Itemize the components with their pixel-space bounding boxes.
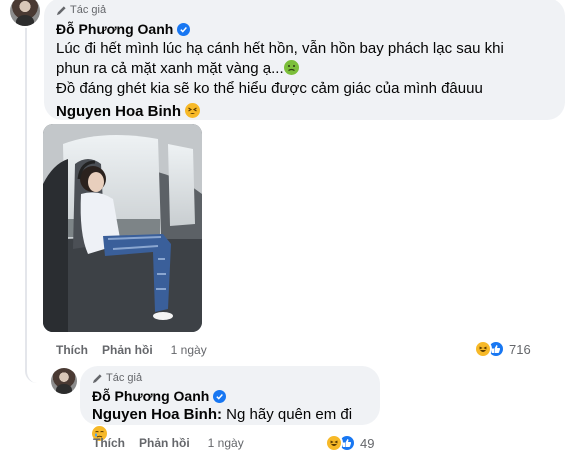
reply-thread-line [25, 28, 51, 383]
comment-photo[interactable] [43, 124, 202, 332]
comment-actions: Thích Phản hồi 1 ngày [56, 343, 207, 357]
pencil-icon [92, 373, 103, 384]
reaction-count: 49 [360, 435, 375, 451]
tired-emoji [185, 103, 201, 118]
reply-body: Ng hãy quên em đi [226, 406, 353, 423]
avatar[interactable] [10, 0, 40, 26]
comment-line: phun ra cả mặt xanh mặt vàng ạ... [56, 60, 284, 77]
author-tag: Tác giả [56, 3, 553, 17]
author-tag-label: Tác giả [70, 4, 107, 16]
reply-actions: Thích Phản hồi 1 ngày [93, 436, 244, 450]
verified-badge-icon [213, 389, 227, 403]
like-button[interactable]: Thích [56, 343, 88, 357]
comment-line: Đồ đáng ghét kia sẽ ko thể hiểu được cảm… [56, 80, 483, 97]
haha-reaction-icon [474, 340, 492, 358]
haha-reaction-icon [325, 434, 343, 452]
reply-bubble: Tác giả Đỗ Phương Oanh Nguyen Hoa Binh: … [80, 366, 380, 441]
timestamp[interactable]: 1 ngày [208, 436, 244, 450]
comment-bubble: Tác giả Đỗ Phương Oanh Lúc đi hết mình l… [44, 0, 565, 120]
author-name[interactable]: Đỗ Phương Oanh [92, 388, 209, 404]
avatar[interactable] [51, 368, 77, 394]
reply-button[interactable]: Phản hồi [139, 436, 190, 450]
nauseated-emoji [283, 60, 299, 75]
reply-button[interactable]: Phản hồi [102, 343, 153, 357]
timestamp[interactable]: 1 ngày [171, 343, 207, 357]
comment-text: Lúc đi hết mình lúc hạ cánh hết hồn, vẫn… [56, 39, 553, 122]
author-name[interactable]: Đỗ Phương Oanh [56, 21, 173, 37]
mention-link[interactable]: Nguyen Hoa Binh [56, 103, 181, 120]
author-tag-label: Tác giả [106, 372, 143, 384]
author-tag: Tác giả [92, 371, 368, 385]
reaction-count: 716 [509, 341, 531, 357]
like-button[interactable]: Thích [93, 436, 125, 450]
reaction-summary[interactable]: 49 [325, 434, 374, 452]
verified-badge-icon [177, 22, 191, 36]
helicopter-cabin-image [43, 124, 202, 332]
reaction-summary[interactable]: 716 [474, 340, 531, 358]
mention-link[interactable]: Nguyen Hoa Binh: [92, 406, 222, 423]
comment-line: Lúc đi hết mình lúc hạ cánh hết hồn, vẫn… [56, 40, 504, 57]
pencil-icon [56, 5, 67, 16]
